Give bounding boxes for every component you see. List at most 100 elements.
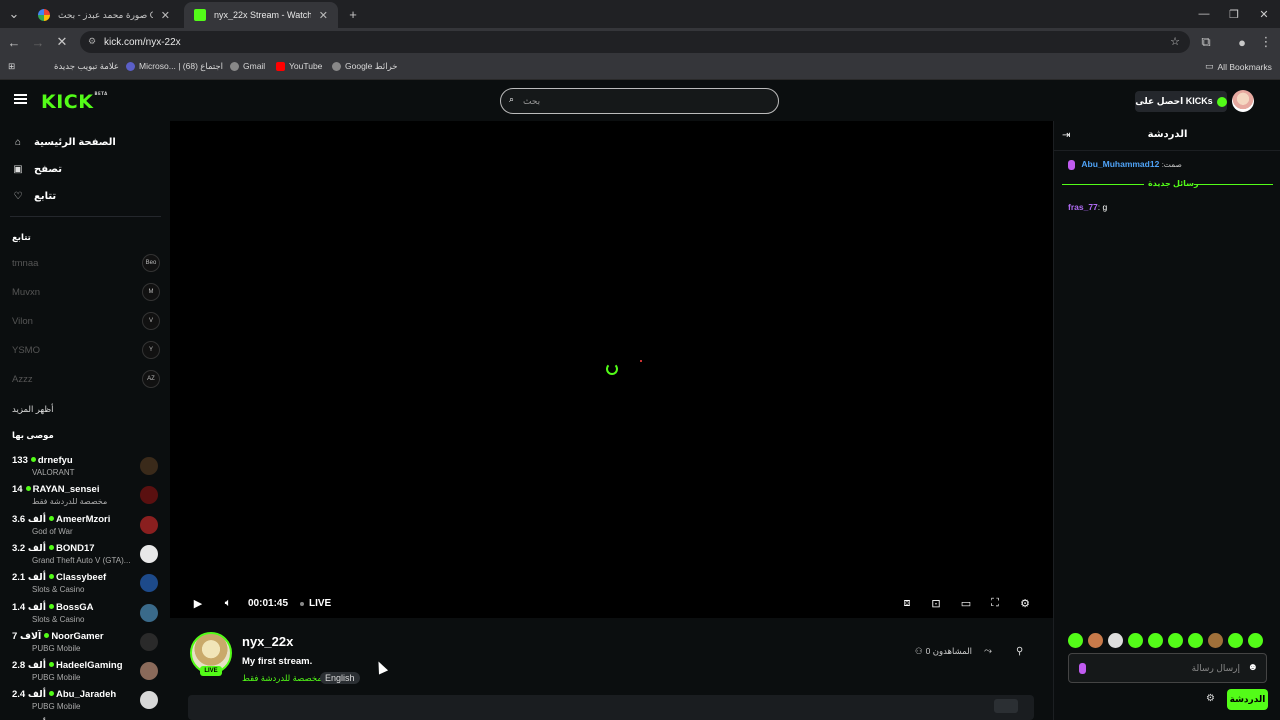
picture-in-picture-icon[interactable]: ⧈ xyxy=(899,595,915,611)
language-tag[interactable]: English xyxy=(320,672,360,684)
bookmark-gmail[interactable]: Gmail xyxy=(230,61,265,71)
get-kicks-button[interactable]: احصل على KICKs xyxy=(1135,91,1227,112)
emote-icon[interactable] xyxy=(1188,633,1203,648)
close-window-icon[interactable]: ✕ xyxy=(1248,0,1280,28)
tab-search-icon[interactable]: ⌄ xyxy=(4,4,24,24)
recommended-item[interactable]: 1.4 ألف BossGA Slots & Casino xyxy=(12,601,160,629)
show-more-link[interactable]: أظهر المزيد xyxy=(12,404,53,415)
close-icon[interactable]: ✕ xyxy=(319,9,328,22)
all-bookmarks[interactable]: ▭ All Bookmarks xyxy=(1205,61,1272,72)
viewer-count: 2.1 ألف Classybeef xyxy=(12,572,106,583)
category-tag[interactable]: مخصصة للدردشة فقط xyxy=(242,673,322,684)
search-input[interactable]: ⌕ بحث xyxy=(500,88,779,114)
menu-icon[interactable]: ⋮ xyxy=(1256,32,1276,52)
profile-icon[interactable]: ● xyxy=(1232,32,1252,52)
chat-text: g xyxy=(1102,202,1108,212)
recommended-item[interactable]: 2.8 ألف HadeelGaming PUBG Mobile xyxy=(12,659,160,687)
following-item[interactable]: YSMO Y xyxy=(12,341,160,361)
follow-user-icon[interactable]: ⚲ xyxy=(1016,646,1023,657)
emote-icon[interactable] xyxy=(1228,633,1243,648)
live-dot xyxy=(49,574,54,580)
fullscreen-icon[interactable]: ⛶ xyxy=(987,595,1003,611)
share-icon[interactable]: ⤳ xyxy=(984,646,992,657)
browser-tab-google[interactable]: صورة محمد عبدز - بحث Google ✕ xyxy=(28,2,180,28)
channel-avatar xyxy=(140,603,158,622)
sidebar-item-following[interactable]: ♡ تتابع xyxy=(12,190,57,202)
url-text: kick.com/nyx-22x xyxy=(104,36,181,48)
mini-player-icon[interactable]: ⊡ xyxy=(928,595,944,611)
bookmark-star-icon[interactable]: ☆ xyxy=(1170,35,1180,48)
viewer-count: 1.4 ألف BossGA xyxy=(12,602,93,613)
viewer-count: 2.8 ألف HadeelGaming xyxy=(12,660,123,671)
new-tab-icon[interactable]: + xyxy=(343,4,363,24)
recommended-item[interactable]: 14 RAYAN_sensei مخصصة للدردشة فقط xyxy=(12,483,160,511)
recommended-title: موصى بها xyxy=(12,430,54,440)
new-messages-label: رسائل جديدة xyxy=(1148,179,1199,188)
live-dot xyxy=(30,457,36,462)
restore-icon[interactable]: ❐ xyxy=(1218,0,1250,28)
chat-settings-gear-icon[interactable]: ⚙ xyxy=(1206,693,1215,704)
sidebar-item-browse[interactable]: ▣ تصفح xyxy=(12,163,62,175)
extensions-icon[interactable]: ⧉ xyxy=(1196,32,1216,52)
recommended-item[interactable]: 3.6 ألف AmeerMzori God of War xyxy=(12,513,160,541)
video-player[interactable]: ▶ 🔈︎ 00:01:45 LIVE ⧈ ⊡ ▭ ⛶ ⚙ xyxy=(170,121,1053,618)
recommended-item[interactable]: 2.1 ألف Classybeef Slots & Casino xyxy=(12,571,160,599)
forward-icon[interactable]: → xyxy=(28,32,48,52)
streamer-name[interactable]: nyx_22x xyxy=(242,634,293,649)
address-bar[interactable]: ⚙ kick.com/nyx-22x ☆ xyxy=(80,31,1190,53)
live-label[interactable]: LIVE xyxy=(309,598,331,609)
emote-icon[interactable] xyxy=(1248,633,1263,648)
following-item[interactable]: tmnaa Beo xyxy=(12,254,160,274)
chat-username[interactable]: fras_77 xyxy=(1068,202,1098,212)
emote-icon[interactable] xyxy=(1208,633,1223,648)
volume-icon[interactable]: 🔈︎ xyxy=(220,595,236,611)
apps-icon[interactable]: ⊞ xyxy=(8,61,15,72)
recommended-item[interactable]: 133 drnefyu VALORANT xyxy=(12,454,160,482)
bookmark-new-tab[interactable]: علامة تبويب جديدة xyxy=(54,61,119,72)
nav-label: تتابع xyxy=(34,190,57,202)
bookmark-microsoft[interactable]: Microso... | اجتماع (68) xyxy=(126,61,223,72)
chat-username[interactable]: Abu_Muhammad12 xyxy=(1081,159,1159,169)
send-chat-button[interactable]: الدردشة xyxy=(1227,689,1268,710)
emote-icon[interactable] xyxy=(1148,633,1163,648)
channel-category: PUBG Mobile xyxy=(32,702,81,712)
chat-message-input[interactable]: إرسال رسالة ☻ xyxy=(1068,653,1267,683)
recommended-item[interactable]: 2.4 ألف Abu_Jaradeh PUBG Mobile xyxy=(12,688,160,716)
bookmark-youtube[interactable]: YouTube xyxy=(276,61,322,71)
play-icon[interactable]: ▶ xyxy=(190,595,206,611)
expand-button[interactable] xyxy=(994,699,1018,713)
site-info-icon[interactable]: ⚙ xyxy=(88,36,96,47)
recommended-item[interactable]: 3.2 ألف BOND17 Grand Theft Auto V (GTA)... xyxy=(12,542,160,570)
hamburger-menu-icon[interactable] xyxy=(14,94,27,104)
emoji-icon[interactable]: ☻ xyxy=(1247,662,1258,673)
minimize-icon[interactable]: — xyxy=(1188,0,1220,28)
emote-icon[interactable] xyxy=(1168,633,1183,648)
kick-logo[interactable]: KICKBETA xyxy=(41,91,108,113)
settings-gear-icon[interactable]: ⚙ xyxy=(1017,595,1033,611)
count-text: 7 آلاف xyxy=(12,630,42,642)
following-item[interactable]: Azzz AZ xyxy=(12,370,160,390)
count-text: 133 xyxy=(12,455,28,466)
browser-tab-kick[interactable]: nyx_22x Stream - Watch Live on Kick ✕ xyxy=(184,2,338,28)
channel-category: Slots & Casino xyxy=(32,585,85,595)
back-icon[interactable]: ← xyxy=(4,32,24,52)
following-item[interactable]: Vilon V xyxy=(12,312,160,332)
emote-icon[interactable] xyxy=(1068,633,1083,648)
close-icon[interactable]: ✕ xyxy=(161,9,170,22)
emote-icon[interactable] xyxy=(1128,633,1143,648)
divider xyxy=(10,216,161,217)
recommended-item[interactable]: 7 آلاف NoorGamer PUBG Mobile xyxy=(12,630,160,658)
mic-icon[interactable] xyxy=(1079,663,1086,674)
emote-icon[interactable] xyxy=(1088,633,1103,648)
theater-mode-icon[interactable]: ▭ xyxy=(958,595,974,611)
sidebar-item-home[interactable]: ⌂ الصفحة الرئيسية xyxy=(12,136,116,148)
following-item[interactable]: Muvxn M xyxy=(12,283,160,303)
channel-category: PUBG Mobile xyxy=(32,643,81,653)
emote-icon[interactable] xyxy=(1108,633,1123,648)
user-avatar[interactable] xyxy=(1232,90,1254,112)
channel-name: Muvxn xyxy=(12,287,40,298)
channel-name: BOND17 xyxy=(56,542,95,554)
bookmark-maps[interactable]: Google خرائط xyxy=(332,61,398,72)
stop-loading-icon[interactable]: ✕ xyxy=(52,32,72,52)
browser-tab-strip: ⌄ صورة محمد عبدز - بحث Google ✕ nyx_22x … xyxy=(0,0,1280,28)
